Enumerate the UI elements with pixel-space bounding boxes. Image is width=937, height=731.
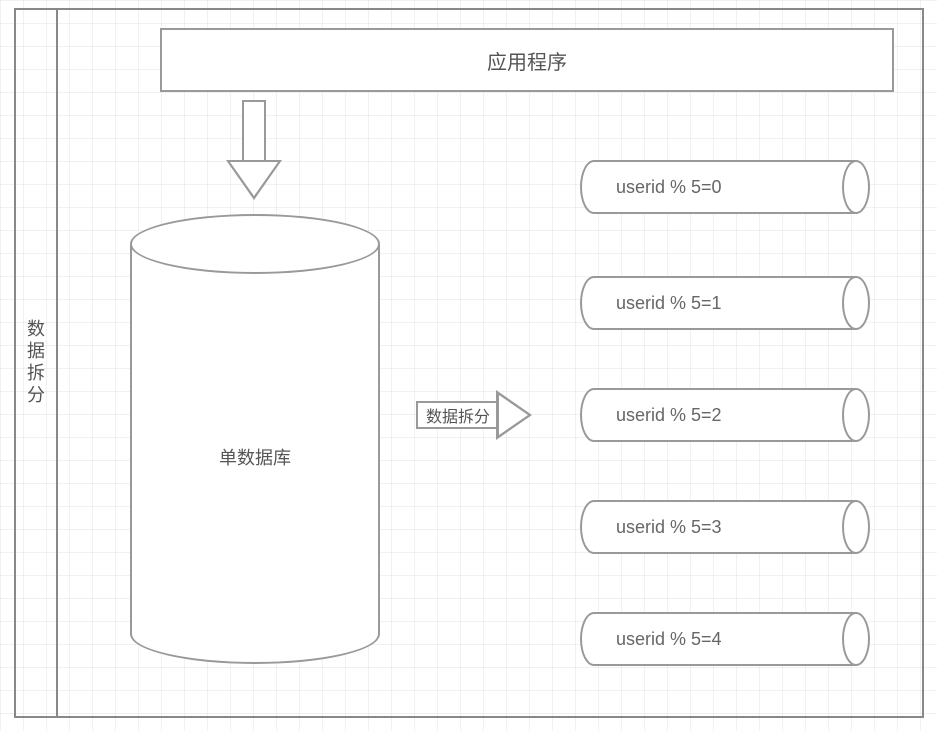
application-label: 应用程序 (487, 46, 567, 75)
arrow-down-icon (226, 100, 282, 200)
split-arrow-label: 数据拆分 (416, 401, 500, 429)
shard-cylinder: userid % 5=1 (580, 276, 870, 330)
single-database-label: 单数据库 (130, 444, 380, 470)
shard-cylinder: userid % 5=4 (580, 612, 870, 666)
application-box: 应用程序 (160, 28, 894, 92)
shard-cylinder: userid % 5=0 (580, 160, 870, 214)
shard-label: userid % 5=1 (616, 276, 722, 330)
diagram-stage: 数据拆分 应用程序 单数据库 数据拆分 userid % 5=0 userid … (0, 0, 937, 731)
frame-title: 数据拆分 (22, 319, 48, 407)
arrow-right-icon: 数据拆分 (416, 390, 532, 440)
shard-label: userid % 5=2 (616, 388, 722, 442)
shard-cylinder: userid % 5=2 (580, 388, 870, 442)
single-database-cylinder: 单数据库 (130, 214, 380, 664)
shard-label: userid % 5=3 (616, 500, 722, 554)
shard-label: userid % 5=4 (616, 612, 722, 666)
shard-cylinder: userid % 5=3 (580, 500, 870, 554)
frame-title-column: 数据拆分 (14, 8, 58, 718)
shard-label: userid % 5=0 (616, 160, 722, 214)
